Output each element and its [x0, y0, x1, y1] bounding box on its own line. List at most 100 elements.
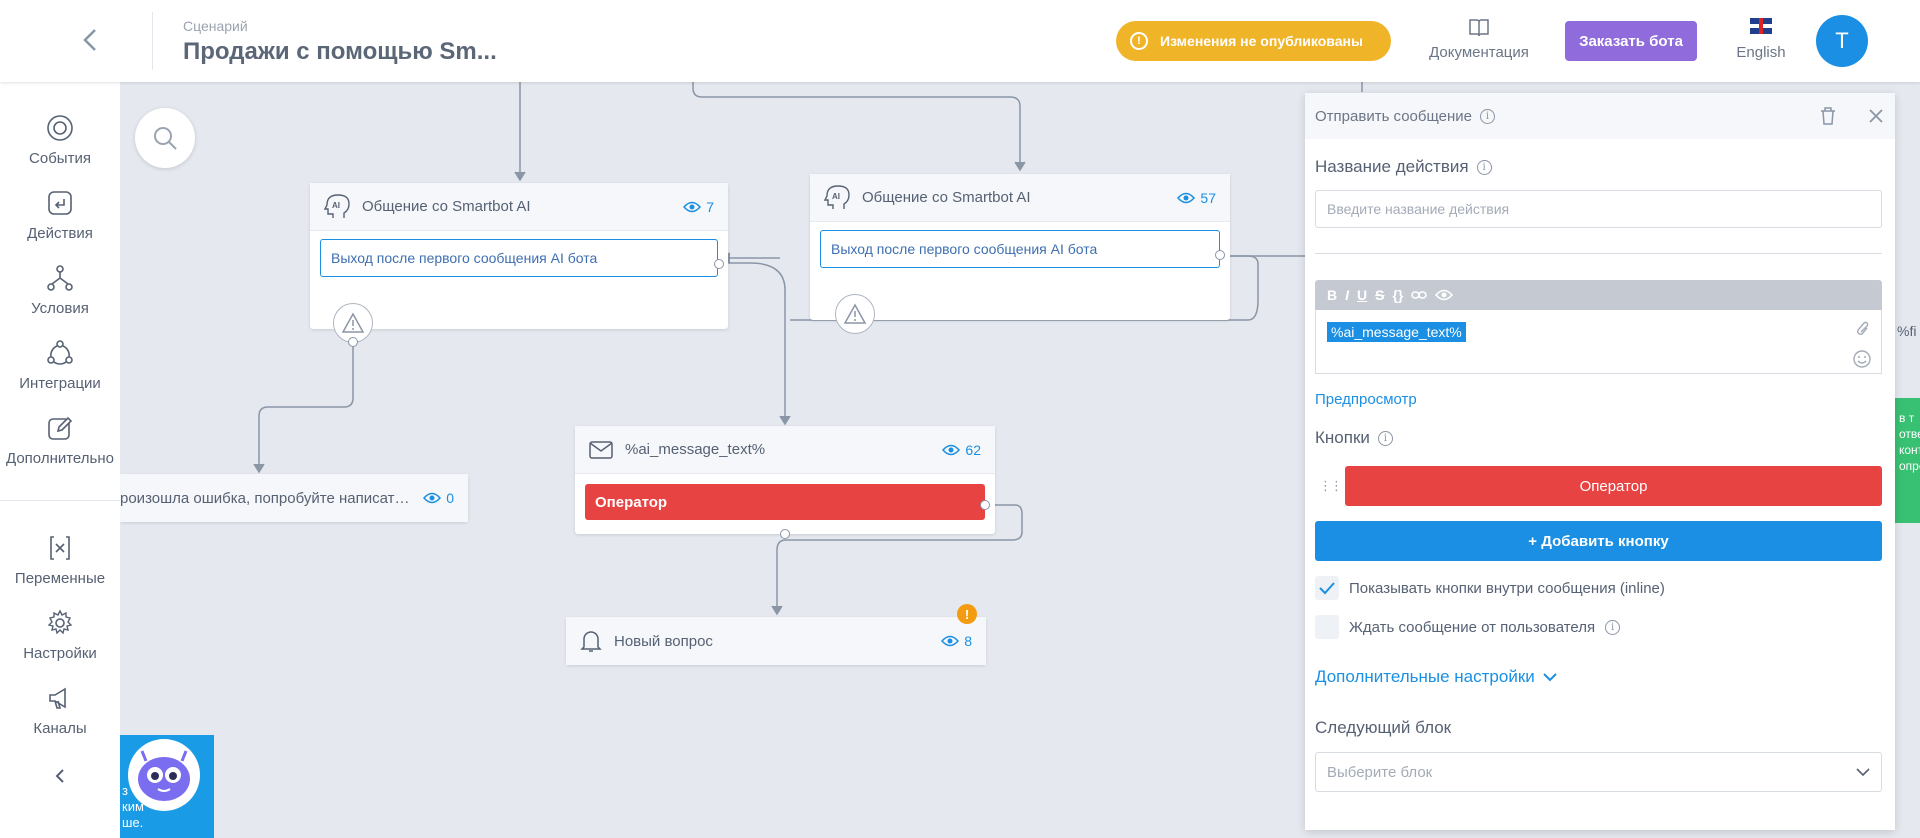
- attach-icon[interactable]: [1855, 320, 1871, 338]
- sidebar-item-extra[interactable]: Дополнительно: [0, 414, 120, 467]
- views-value: 8: [964, 633, 972, 649]
- events-icon: [47, 115, 73, 141]
- error-message-block[interactable]: роизошла ошибка, попробуйте написать... …: [120, 474, 468, 522]
- sidebar-item-label: Переменные: [14, 570, 106, 587]
- documentation-link[interactable]: Документация: [1425, 16, 1533, 61]
- new-question-block[interactable]: Новый вопрос 8: [566, 617, 986, 665]
- inline-buttons-label: Показывать кнопки внутри сообщения (inli…: [1349, 579, 1665, 597]
- trash-icon[interactable]: [1819, 106, 1837, 126]
- wait-user-message-label: Ждать сообщение от пользователя: [1349, 618, 1596, 636]
- action-name-input[interactable]: Введите название действия: [1315, 190, 1882, 228]
- views-value: 62: [965, 441, 981, 458]
- action-name-label: Название действия i: [1315, 157, 1492, 177]
- eye-icon: [942, 444, 961, 455]
- assistant-widget-text: з ким ше.: [122, 783, 144, 831]
- eye-icon: [1177, 192, 1196, 203]
- underline-button[interactable]: U: [1357, 287, 1367, 303]
- buttons-label: Кнопки i: [1315, 428, 1393, 448]
- documentation-label: Документация: [1429, 44, 1529, 61]
- add-button[interactable]: + Добавить кнопку: [1315, 521, 1882, 561]
- block-header: AI Общение со Smartbot AI 7: [310, 183, 728, 231]
- info-icon[interactable]: i: [1377, 430, 1393, 446]
- sidebar-item-label: События: [29, 150, 91, 167]
- sidebar-item-actions[interactable]: Действия: [0, 189, 120, 242]
- ai-chat-block-2[interactable]: AI Общение со Smartbot AI 57 Выход после…: [810, 174, 1230, 320]
- advanced-settings-label: Дополнительные настройки: [1315, 667, 1535, 686]
- sidebar-item-settings[interactable]: Настройки: [0, 609, 120, 662]
- output-port[interactable]: [980, 500, 990, 510]
- language-label: English: [1736, 44, 1786, 61]
- operator-button[interactable]: Оператор: [585, 484, 985, 520]
- assistant-widget[interactable]: з ким ше.: [120, 735, 214, 838]
- info-icon[interactable]: i: [1480, 108, 1496, 124]
- order-bot-button[interactable]: Заказать бота: [1565, 21, 1697, 61]
- robot-text-line: ким: [122, 799, 144, 814]
- exit-after-first-message-button[interactable]: Выход после первого сообщения AI бота: [820, 230, 1220, 268]
- block-header: Новый вопрос 8: [566, 617, 986, 665]
- sidebar-item-events[interactable]: События: [0, 114, 120, 167]
- header-divider: [152, 12, 153, 70]
- link-icon[interactable]: [1411, 289, 1428, 301]
- advanced-settings-toggle[interactable]: Дополнительные настройки: [1315, 667, 1557, 687]
- sidebar-item-integrations[interactable]: Интеграции: [0, 339, 120, 392]
- views-count: 7: [683, 199, 714, 215]
- buttons-label-text: Кнопки: [1315, 428, 1370, 447]
- sidebar-item-variables[interactable]: Переменные: [0, 534, 120, 587]
- emoji-icon[interactable]: [1853, 350, 1871, 368]
- strike-button[interactable]: S: [1375, 287, 1384, 303]
- wait-user-message-checkbox[interactable]: Ждать сообщение от пользователя i: [1315, 615, 1621, 639]
- block-header: роизошла ошибка, попробуйте написать... …: [120, 474, 468, 522]
- block-title: роизошла ошибка, попробуйте написать...: [120, 489, 412, 507]
- eye-icon[interactable]: [1435, 289, 1454, 301]
- next-block-label: Следующий блок: [1315, 718, 1452, 737]
- block-title: %ai_message_text%: [625, 441, 766, 458]
- unpublished-badge[interactable]: ! Изменения не опубликованы: [1116, 21, 1391, 61]
- top-header: Сценарий Продажи с помощью Sm... ! Измен…: [0, 0, 1920, 82]
- send-message-panel: Отправить сообщение i Название действия …: [1305, 93, 1895, 830]
- operator-button-editor[interactable]: Оператор: [1345, 466, 1882, 506]
- message-editor[interactable]: %ai_message_text%: [1315, 310, 1882, 374]
- panel-title: Отправить сообщение: [1315, 107, 1473, 125]
- back-arrow-icon[interactable]: [76, 25, 106, 55]
- search-icon: [154, 127, 177, 150]
- block-title: Общение со Smartbot AI: [362, 198, 531, 215]
- ai-chat-block-1[interactable]: AI Общение со Smartbot AI 7 Выход после …: [310, 183, 728, 329]
- output-port[interactable]: [1215, 250, 1225, 260]
- scenario-title[interactable]: Продажи с помощью Sm...: [183, 38, 497, 66]
- canvas-search-button[interactable]: [135, 108, 195, 168]
- variable-button[interactable]: {}: [1392, 287, 1403, 303]
- chevron-down-icon: [1856, 768, 1870, 777]
- sidebar-item-label: Интеграции: [19, 375, 101, 392]
- preview-link[interactable]: Предпросмотр: [1315, 391, 1417, 408]
- next-block-select[interactable]: Выберите блок: [1315, 752, 1882, 792]
- output-port[interactable]: [348, 337, 358, 347]
- close-icon[interactable]: [1867, 107, 1885, 125]
- ai-head-icon: AI: [324, 193, 350, 218]
- gear-icon: [47, 609, 73, 635]
- bell-icon: [580, 631, 602, 652]
- language-switch[interactable]: English: [1728, 18, 1794, 61]
- checkbox-checked[interactable]: [1315, 576, 1339, 600]
- collapse-sidebar-icon[interactable]: [48, 764, 72, 788]
- output-port[interactable]: [714, 259, 724, 269]
- checkbox-unchecked[interactable]: [1315, 615, 1339, 639]
- ai-head-icon: AI: [824, 184, 850, 209]
- sidebar-item-channels[interactable]: Каналы: [0, 684, 120, 737]
- drag-handle-icon[interactable]: ⋮⋮: [1319, 478, 1343, 494]
- conditions-icon: [47, 265, 73, 291]
- edit-icon: [48, 416, 73, 440]
- panel-divider: [1315, 253, 1882, 254]
- sidebar-item-conditions[interactable]: Условия: [0, 264, 120, 317]
- italic-button[interactable]: I: [1345, 287, 1349, 303]
- error-branch-icon[interactable]: [835, 294, 875, 334]
- avatar[interactable]: T: [1816, 15, 1868, 67]
- inline-buttons-checkbox[interactable]: Показывать кнопки внутри сообщения (inli…: [1315, 576, 1665, 600]
- info-icon[interactable]: i: [1605, 619, 1621, 635]
- info-icon[interactable]: i: [1476, 159, 1492, 175]
- exit-after-first-message-button[interactable]: Выход после первого сообщения AI бота: [320, 239, 718, 277]
- send-message-block[interactable]: %ai_message_text% 62 Оператор: [575, 426, 995, 534]
- next-block-placeholder: Выберите блок: [1327, 763, 1433, 781]
- unpublished-label: Изменения не опубликованы: [1160, 33, 1363, 49]
- bold-button[interactable]: B: [1327, 287, 1337, 303]
- output-port[interactable]: [780, 529, 790, 539]
